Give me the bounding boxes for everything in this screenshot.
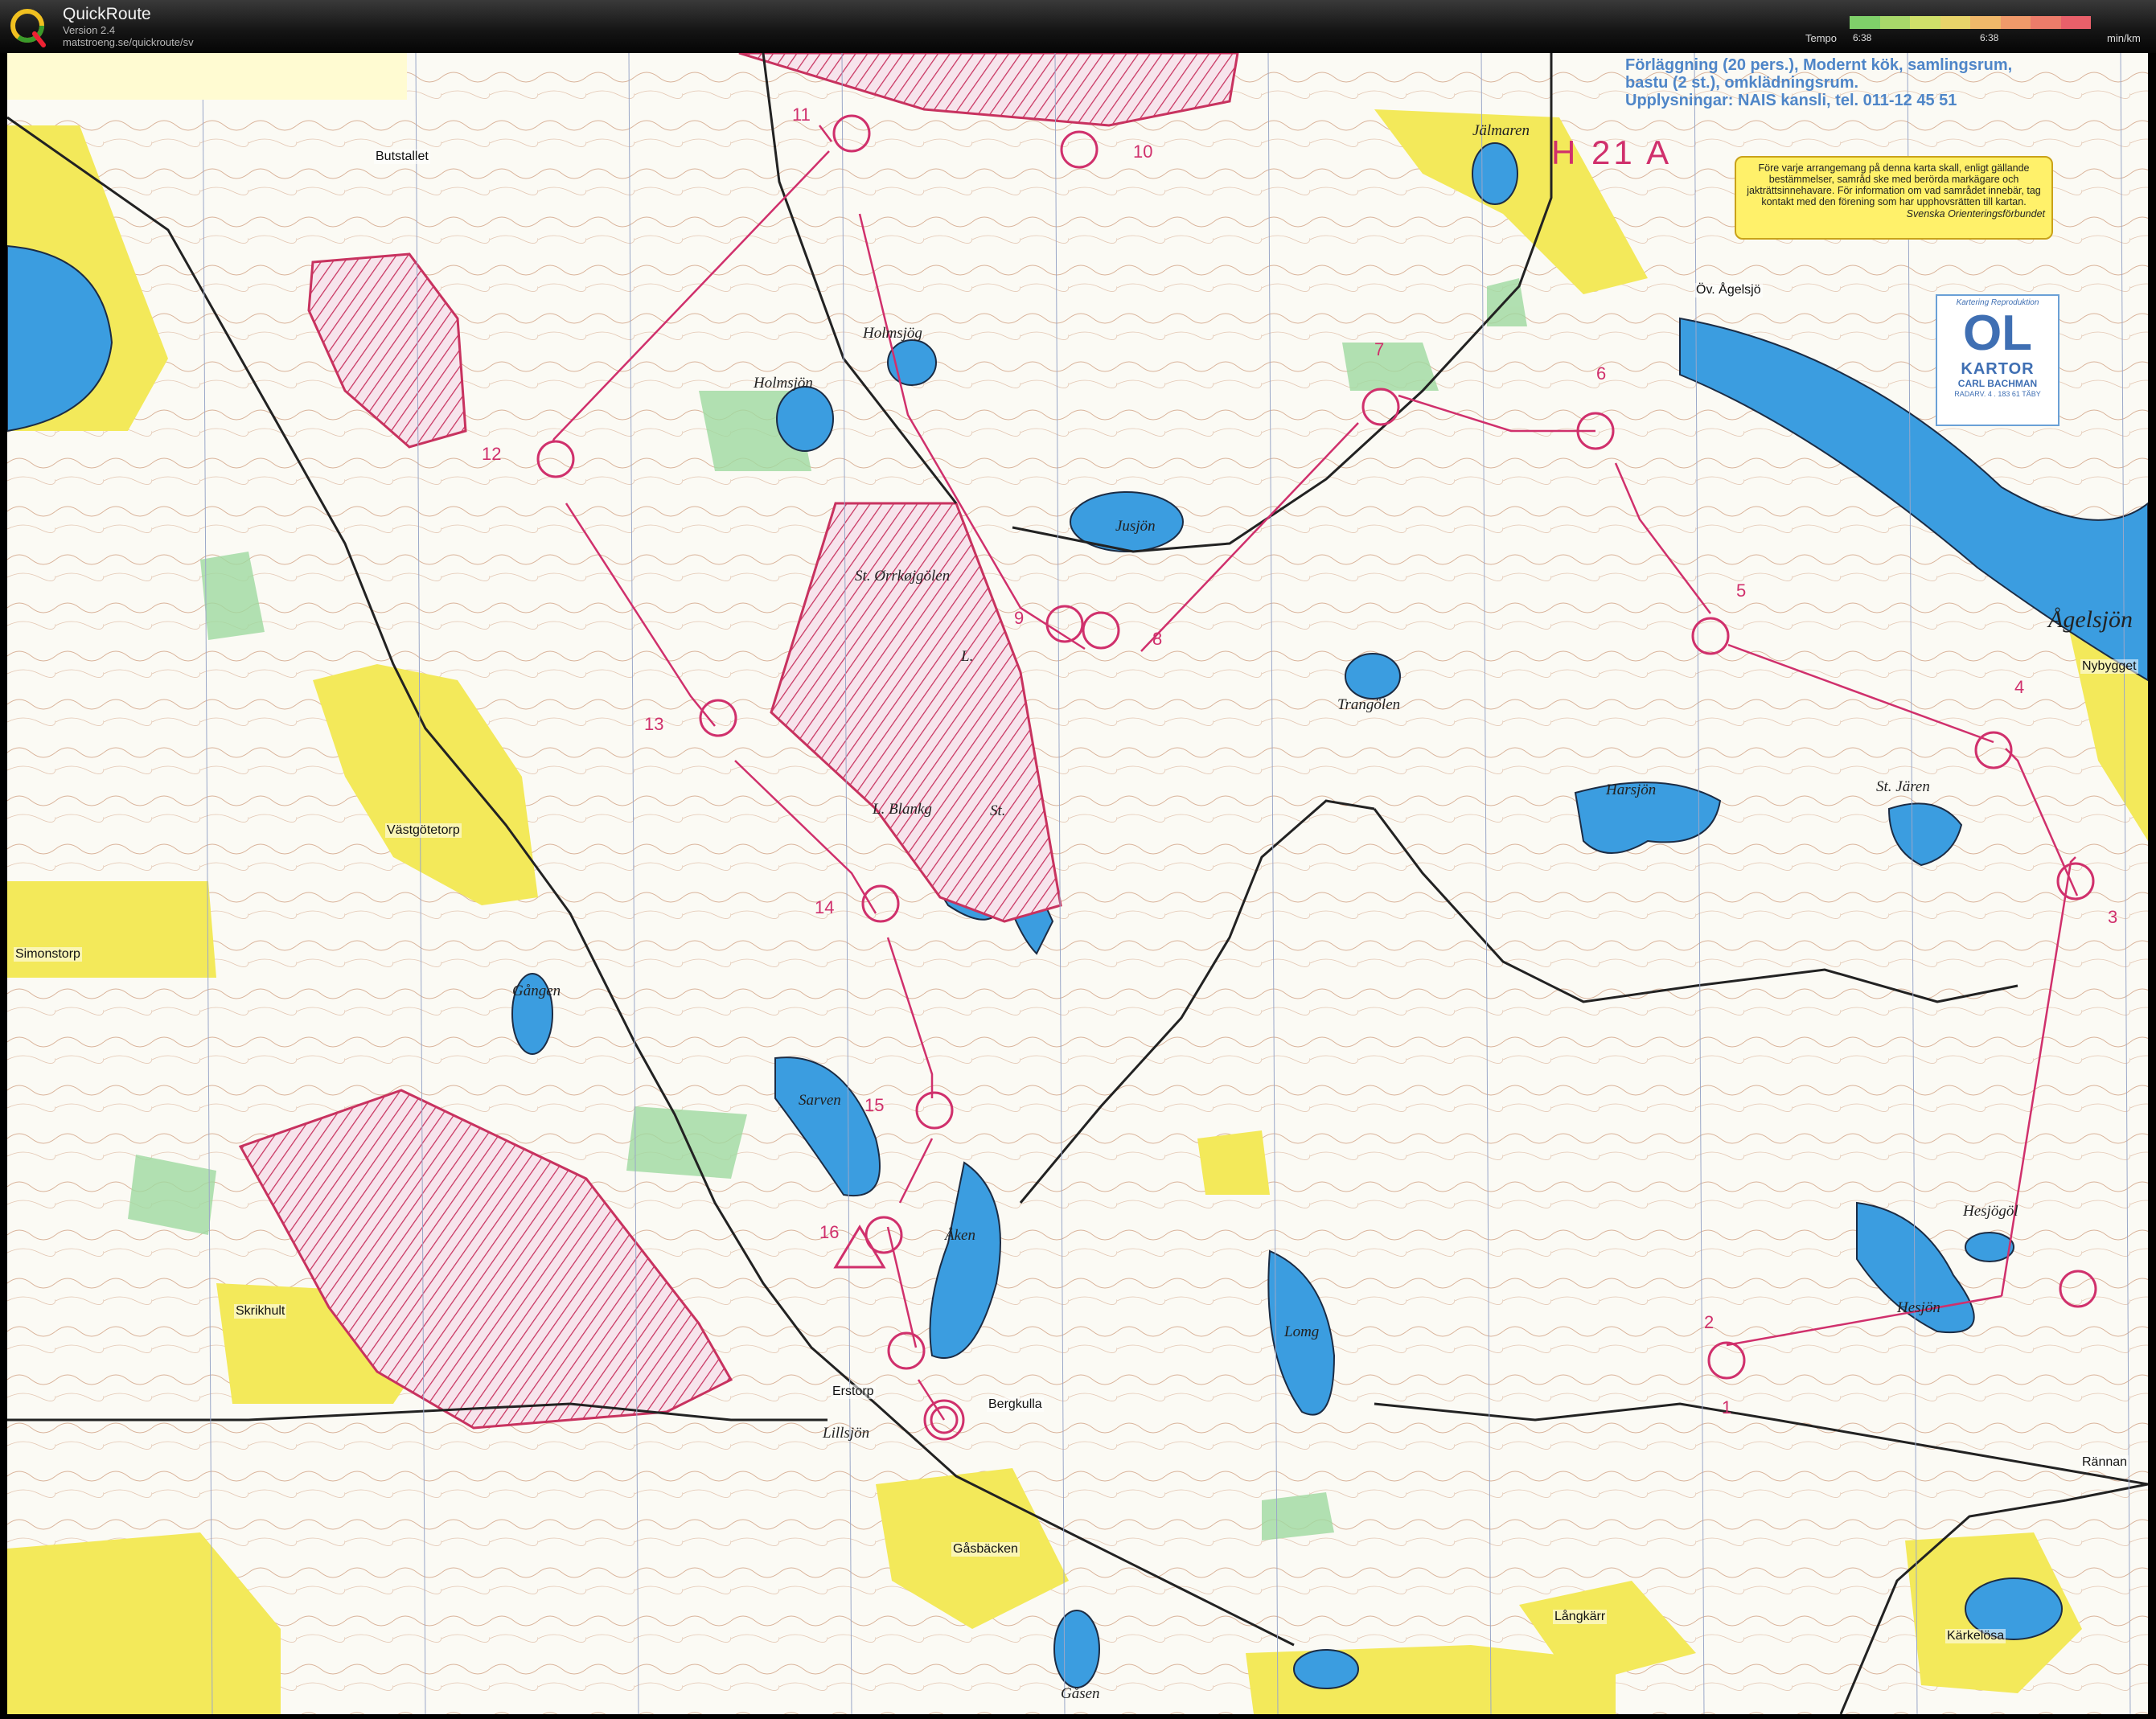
corner-label-patch	[7, 53, 407, 100]
info-line-3: Upplysningar: NAIS kansli, tel. 011-12 4…	[1625, 92, 1957, 109]
control-number-2: 2	[1704, 1312, 1715, 1332]
place-l: L.	[961, 648, 974, 665]
control-number-3: 3	[2108, 907, 2118, 927]
place-nybygget: Nybygget	[2080, 659, 2138, 674]
control-number-11: 11	[792, 105, 811, 125]
place-harsjon: Harsjön	[1606, 782, 1657, 798]
tempo-color-segment	[1850, 16, 1880, 29]
place-karkelosa: Kärkelösa	[1945, 1629, 2006, 1643]
place-st-jaren: St. Jären	[1876, 778, 1930, 795]
logo-mark: OL	[1962, 306, 2033, 361]
control-number-4: 4	[2014, 677, 2025, 697]
notice-text: Före varje arrangemang på denna karta sk…	[1747, 162, 2041, 207]
app-version: Version 2.4	[63, 24, 116, 36]
place-aken: Åken	[945, 1227, 975, 1244]
place-lillsjon: Lillsjön	[823, 1425, 870, 1442]
place-vastgotetorp: Västgötetorp	[385, 823, 462, 838]
control-number-13: 13	[644, 714, 664, 734]
control-number-9: 9	[1014, 608, 1025, 628]
place-gangen: Gången	[512, 983, 561, 999]
tempo-color-segment	[2031, 16, 2061, 29]
info-line-2: bastu (2 st.), omklädningsrum.	[1625, 74, 1859, 92]
title-bar: QuickRoute Version 2.4 matstroeng.se/qui…	[0, 0, 2156, 53]
place-ov-agelsjo: Öv. Ågelsjö	[1694, 283, 1763, 297]
place-bergkulla: Bergkulla	[987, 1397, 1044, 1412]
tempo-color-segment	[2060, 16, 2091, 29]
place-agelsjon: Ågelsjön	[2048, 606, 2133, 633]
place-butstallet: Butstallet	[374, 150, 430, 164]
place-skrikhult: Skrikhult	[234, 1304, 287, 1319]
place-holmsjon: Holmsjön	[754, 375, 813, 392]
app-name: QuickRoute	[63, 5, 151, 23]
place-erstorp: Erstorp	[831, 1385, 876, 1399]
place-sarven: Sarven	[799, 1092, 841, 1109]
place-langkarr: Långkärr	[1553, 1610, 1608, 1624]
control-number-6: 6	[1596, 363, 1607, 384]
app-url[interactable]: matstroeng.se/quickroute/sv	[63, 36, 194, 48]
place-rannan: Rännan	[2080, 1455, 2129, 1470]
place-gasen: Gåsen	[1061, 1685, 1100, 1702]
place-st: St.	[990, 802, 1006, 819]
tempo-color-segment	[1970, 16, 2001, 29]
logo-address: RADARV. 4 . 183 61 TÄBY	[1954, 390, 2041, 398]
quickroute-logo-icon	[10, 9, 46, 47]
control-number-16: 16	[819, 1222, 840, 1242]
control-number-1: 1	[1722, 1397, 1732, 1417]
place-hesjogol: Hesjögöl	[1963, 1203, 2018, 1220]
tempo-color-segment	[1910, 16, 1940, 29]
tempo-color-segment	[1940, 16, 1970, 29]
place-holmsjog: Holmsjög	[863, 325, 922, 342]
tempo-max-value: 6:38	[1980, 32, 1999, 43]
landowner-notice: Före varje arrangemang på denna karta sk…	[1735, 156, 2053, 240]
place-lomg: Lomg	[1284, 1323, 1320, 1340]
orienteering-map[interactable]: Förläggning (20 pers.), Modernt kök, sam…	[7, 53, 2148, 1714]
place-l-blankg: L. Blankg	[873, 801, 932, 818]
tempo-unit: min/km	[2107, 32, 2141, 44]
control-number-12: 12	[482, 444, 502, 464]
place-jusjon: Jusjön	[1115, 518, 1156, 535]
map-graphics	[7, 53, 2148, 1714]
event-info-text: Förläggning (20 pers.), Modernt kök, sam…	[1625, 56, 2108, 109]
control-number-8: 8	[1152, 629, 1163, 649]
place-trangolen: Trangölen	[1337, 696, 1401, 713]
control-number-10: 10	[1133, 142, 1153, 162]
place-hesjon: Hesjön	[1897, 1299, 1940, 1316]
place-st-orrkojgolen: St. Ørrkøjgölen	[855, 568, 951, 585]
place-gasbacken: Gåsbäcken	[951, 1542, 1020, 1557]
tempo-min-value: 6:38	[1853, 32, 1872, 43]
logo-sub: CARL BACHMAN	[1957, 378, 2038, 389]
kartor-logo: Kartering Reproduktion OL KARTOR CARL BA…	[1936, 294, 2059, 426]
course-class-label: H 21 A	[1551, 133, 1673, 171]
place-jalmaren: Jälmaren	[1472, 122, 1530, 139]
logo-name: KARTOR	[1961, 360, 2035, 378]
place-simonstorp: Simonstorp	[14, 947, 82, 962]
tempo-color-scale	[1850, 16, 2091, 29]
tempo-color-segment	[1879, 16, 1910, 29]
tempo-label: Tempo	[1805, 32, 1838, 44]
tempo-color-segment	[2000, 16, 2031, 29]
control-number-5: 5	[1736, 581, 1747, 601]
info-line-1: Förläggning (20 pers.), Modernt kök, sam…	[1625, 56, 2013, 74]
control-number-14: 14	[815, 897, 835, 917]
control-number-15: 15	[864, 1095, 885, 1115]
control-number-7: 7	[1374, 339, 1385, 359]
notice-signature: Svenska Orienteringsförbundet	[1906, 208, 2045, 219]
